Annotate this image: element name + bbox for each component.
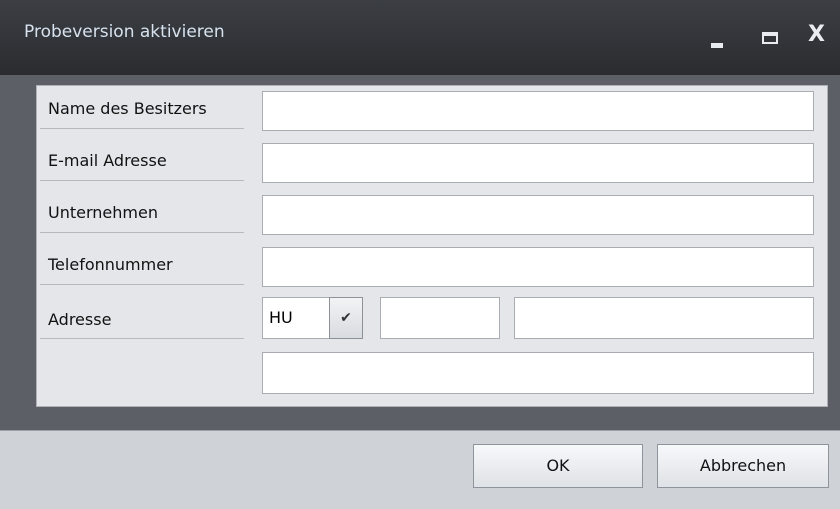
title-bar: Probeversion aktivieren X xyxy=(0,0,840,75)
owner-label: Name des Besitzers xyxy=(48,99,207,118)
chevron-down-icon[interactable]: ✔ xyxy=(329,297,363,339)
address-label: Adresse xyxy=(48,310,112,329)
owner-name-input[interactable] xyxy=(262,91,814,131)
country-select[interactable]: HU xyxy=(262,297,330,339)
label-divider xyxy=(40,180,244,181)
ok-button[interactable]: OK xyxy=(473,444,643,488)
label-divider xyxy=(40,284,244,285)
cancel-button[interactable]: Abbrechen xyxy=(657,444,829,488)
company-input[interactable] xyxy=(262,195,814,235)
email-label: E-mail Adresse xyxy=(48,151,167,170)
city-input[interactable] xyxy=(514,297,814,339)
window-title: Probeversion aktivieren xyxy=(24,22,225,42)
postal-code-input[interactable] xyxy=(380,297,500,339)
company-label: Unternehmen xyxy=(48,203,158,222)
minimize-icon[interactable] xyxy=(711,43,723,48)
phone-input[interactable] xyxy=(262,247,814,287)
close-icon[interactable]: X xyxy=(808,22,825,47)
maximize-icon[interactable] xyxy=(762,32,778,44)
label-divider xyxy=(40,128,244,129)
label-divider xyxy=(40,232,244,233)
dialog-window: Probeversion aktivieren X Name des Besit… xyxy=(0,0,840,509)
label-divider xyxy=(40,338,244,339)
phone-label: Telefonnummer xyxy=(48,255,173,274)
email-input[interactable] xyxy=(262,143,814,183)
street-input[interactable] xyxy=(262,352,814,394)
